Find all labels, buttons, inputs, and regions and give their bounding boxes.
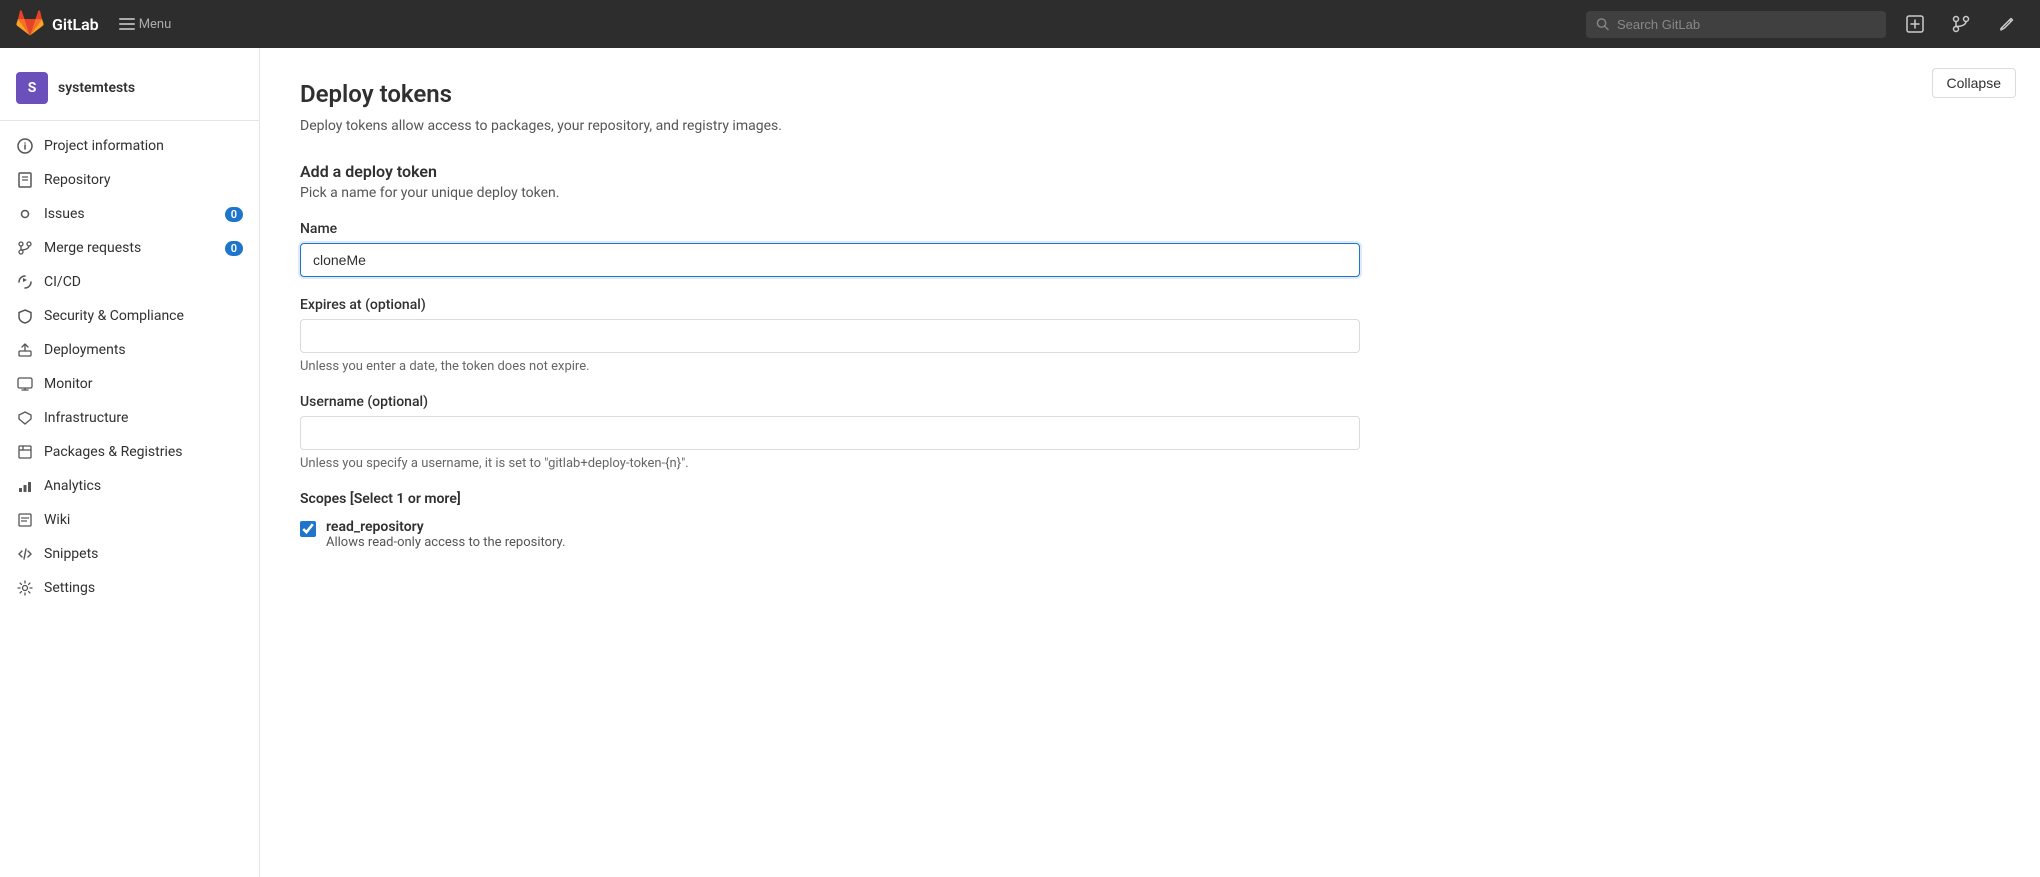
top-navigation: GitLab Menu: [0, 0, 2040, 48]
snippets-icon: [16, 545, 34, 563]
settings-icon: [16, 579, 34, 597]
hamburger-icon: [119, 16, 135, 32]
name-label: Name: [300, 221, 2000, 237]
issues-icon: [16, 205, 34, 223]
project-avatar: S: [16, 72, 48, 104]
expires-field-group: Expires at (optional) Unless you enter a…: [300, 297, 2000, 374]
sidebar-item-wiki[interactable]: Wiki: [0, 503, 259, 537]
scope-desc-read_repository: Allows read-only access to the repositor…: [326, 535, 565, 550]
monitor-icon: [16, 375, 34, 393]
shield-icon: [16, 307, 34, 325]
expires-label: Expires at (optional): [300, 297, 2000, 313]
analytics-icon: [16, 477, 34, 495]
sidebar-item-cicd[interactable]: CI/CD: [0, 265, 259, 299]
merge-request-icon-button[interactable]: [1944, 11, 1978, 37]
page-subtitle: Deploy tokens allow access to packages, …: [300, 118, 2000, 134]
collapse-button[interactable]: Collapse: [1932, 68, 2016, 98]
sidebar-item-label-deployments: Deployments: [44, 342, 126, 358]
sidebar-item-label-monitor: Monitor: [44, 376, 93, 392]
menu-label: Menu: [139, 17, 172, 32]
scopes-group: Scopes [Select 1 or more] read_repositor…: [300, 491, 2000, 550]
sidebar-item-label-issues: Issues: [44, 206, 85, 222]
edit-icon: [1998, 15, 2016, 33]
sidebar-item-label-cicd: CI/CD: [44, 274, 81, 290]
expires-hint: Unless you enter a date, the token does …: [300, 359, 2000, 374]
sidebar-item-label-wiki: Wiki: [44, 512, 70, 528]
package-icon: [16, 443, 34, 461]
deploy-icon: [16, 341, 34, 359]
project-header: S systemtests: [0, 64, 259, 121]
sidebar-item-label-project-information: Project information: [44, 138, 164, 154]
add-token-title: Add a deploy token: [300, 162, 2000, 181]
sidebar-badge-issues: 0: [225, 207, 243, 222]
add-token-desc: Pick a name for your unique deploy token…: [300, 185, 2000, 201]
sidebar-item-monitor[interactable]: Monitor: [0, 367, 259, 401]
gitlab-logo[interactable]: GitLab: [16, 10, 99, 38]
sidebar-item-analytics[interactable]: Analytics: [0, 469, 259, 503]
sidebar-item-security-compliance[interactable]: Security & Compliance: [0, 299, 259, 333]
edit-icon-button[interactable]: [1990, 11, 2024, 37]
gitlab-fox-icon: [16, 10, 44, 38]
scope-item-read_repository: read_repositoryAllows read-only access t…: [300, 519, 2000, 550]
sidebar-item-label-snippets: Snippets: [44, 546, 98, 562]
username-label: Username (optional): [300, 394, 2000, 410]
sidebar-item-issues[interactable]: Issues 0: [0, 197, 259, 231]
scope-name-read_repository: read_repository: [326, 519, 565, 535]
sidebar-item-settings[interactable]: Settings: [0, 571, 259, 605]
scope-content-read_repository: read_repositoryAllows read-only access t…: [326, 519, 565, 550]
sidebar-item-label-settings: Settings: [44, 580, 95, 596]
page-layout: S systemtests Project information Reposit…: [0, 48, 2040, 877]
sidebar-item-label-repository: Repository: [44, 172, 110, 188]
scope-checkbox-read_repository[interactable]: [300, 521, 316, 537]
search-icon: [1596, 17, 1609, 31]
sidebar-item-deployments[interactable]: Deployments: [0, 333, 259, 367]
sidebar: S systemtests Project information Reposit…: [0, 48, 260, 877]
infrastructure-icon: [16, 409, 34, 427]
sidebar-item-label-packages-registries: Packages & Registries: [44, 444, 183, 460]
search-bar[interactable]: [1586, 11, 1886, 38]
gitlab-text: GitLab: [52, 15, 99, 34]
page-title: Deploy tokens: [300, 80, 2000, 108]
username-field-group: Username (optional) Unless you specify a…: [300, 394, 2000, 471]
sidebar-item-label-security-compliance: Security & Compliance: [44, 308, 184, 324]
sidebar-item-packages-registries[interactable]: Packages & Registries: [0, 435, 259, 469]
main-content: Collapse Deploy tokens Deploy tokens all…: [260, 48, 2040, 877]
sidebar-item-repository[interactable]: Repository: [0, 163, 259, 197]
merge-icon: [16, 239, 34, 257]
new-item-button[interactable]: [1898, 11, 1932, 37]
cicd-icon: [16, 273, 34, 291]
book-icon: [16, 171, 34, 189]
sidebar-item-infrastructure[interactable]: Infrastructure: [0, 401, 259, 435]
sidebar-item-project-information[interactable]: Project information: [0, 129, 259, 163]
sidebar-item-label-analytics: Analytics: [44, 478, 101, 494]
sidebar-item-label-merge-requests: Merge requests: [44, 240, 141, 256]
expires-input[interactable]: [300, 319, 1360, 353]
plus-square-icon: [1906, 15, 1924, 33]
info-icon: [16, 137, 34, 155]
wiki-icon: [16, 511, 34, 529]
username-hint: Unless you specify a username, it is set…: [300, 456, 2000, 471]
sidebar-item-label-infrastructure: Infrastructure: [44, 410, 128, 426]
sidebar-badge-merge-requests: 0: [225, 241, 243, 256]
scopes-list: read_repositoryAllows read-only access t…: [300, 519, 2000, 550]
search-input[interactable]: [1617, 17, 1876, 32]
username-input[interactable]: [300, 416, 1360, 450]
sidebar-item-snippets[interactable]: Snippets: [0, 537, 259, 571]
merge-request-icon: [1952, 15, 1970, 33]
name-input[interactable]: [300, 243, 1360, 277]
sidebar-nav: Project informationRepositoryIssues0Merg…: [0, 129, 259, 605]
menu-button[interactable]: Menu: [111, 12, 180, 36]
name-field-group: Name: [300, 221, 2000, 277]
sidebar-item-merge-requests[interactable]: Merge requests 0: [0, 231, 259, 265]
project-name: systemtests: [58, 80, 135, 96]
scopes-label: Scopes [Select 1 or more]: [300, 491, 2000, 507]
